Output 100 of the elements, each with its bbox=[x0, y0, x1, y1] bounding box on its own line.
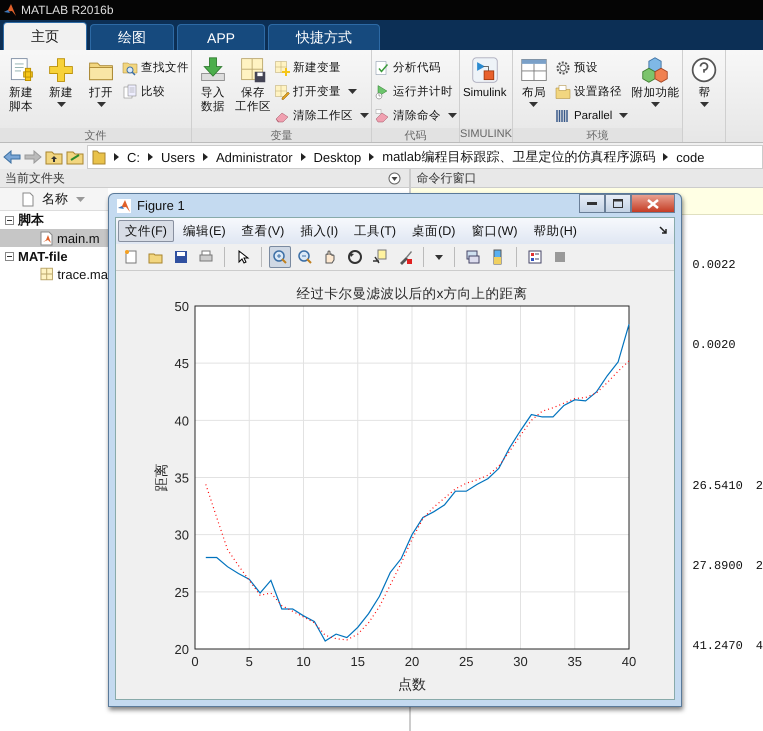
close-button[interactable] bbox=[631, 194, 675, 213]
path-segment[interactable]: C: bbox=[127, 150, 140, 164]
plus-icon bbox=[47, 56, 75, 84]
ribbon-button[interactable]: 清除工作区 bbox=[274, 106, 369, 125]
path-segment[interactable]: Users bbox=[161, 150, 195, 164]
minimize-button[interactable] bbox=[579, 194, 605, 213]
column-title: 名称 bbox=[42, 190, 68, 208]
window-title: MATLAB R2016b bbox=[21, 3, 114, 17]
ribbon-button[interactable]: 新建 脚本 bbox=[2, 54, 40, 128]
ribbon-tab[interactable]: 快捷方式 bbox=[268, 24, 380, 50]
help-icon bbox=[690, 56, 718, 84]
group-label: MAT-file bbox=[18, 248, 68, 264]
dock-arrow-icon[interactable] bbox=[659, 226, 668, 235]
ribbon-button[interactable]: 帮 bbox=[685, 54, 724, 128]
legend-icon bbox=[527, 249, 543, 265]
ribbon-button[interactable]: 比较 bbox=[122, 82, 189, 101]
x-axis-label: 点数 bbox=[398, 676, 426, 692]
y-tick-label: 40 bbox=[174, 413, 189, 428]
y-tick-label: 20 bbox=[174, 642, 189, 657]
chevron-right-icon bbox=[369, 153, 374, 161]
zoom-in-icon bbox=[272, 249, 288, 265]
ribbon-tab[interactable]: APP bbox=[177, 24, 265, 50]
ribbon-button[interactable]: 附加功能 bbox=[630, 54, 680, 128]
grid-file-icon bbox=[40, 267, 54, 281]
maximize-icon bbox=[613, 199, 623, 208]
document-check-icon bbox=[374, 60, 390, 76]
chevron-right-icon bbox=[663, 153, 668, 161]
file-row[interactable]: main.m bbox=[0, 229, 108, 247]
menu-item[interactable]: 帮助(H) bbox=[526, 220, 584, 242]
ribbon-button[interactable]: 运行并计时 bbox=[374, 82, 457, 101]
ribbon-button[interactable]: 预设 bbox=[554, 58, 628, 77]
folder-icon bbox=[92, 149, 106, 165]
ribbon-button[interactable]: 布局 bbox=[514, 54, 553, 128]
grid-plus-icon bbox=[274, 60, 290, 76]
column-header[interactable]: 名称 bbox=[0, 188, 108, 211]
path-segment[interactable]: Desktop bbox=[314, 150, 362, 164]
ribbon-button[interactable]: 打开 bbox=[82, 54, 120, 128]
back-arrow-icon[interactable] bbox=[3, 150, 21, 164]
ribbon-button[interactable]: 新建 bbox=[42, 54, 80, 128]
menu-item[interactable]: 编辑(E) bbox=[176, 220, 233, 242]
file-row[interactable]: trace.ma bbox=[0, 265, 108, 283]
sort-caret-icon bbox=[76, 196, 85, 202]
group-label: 环境 bbox=[512, 128, 682, 142]
path-segment[interactable]: Administrator bbox=[216, 150, 293, 164]
folder-up-icon[interactable] bbox=[45, 149, 63, 165]
app-logo-icon bbox=[117, 198, 131, 212]
dropdown-circle-icon[interactable] bbox=[388, 172, 402, 184]
ribbon-button[interactable]: 保存 工作区 bbox=[234, 54, 272, 128]
maximize-button[interactable] bbox=[605, 194, 631, 213]
group-label: 文件 bbox=[0, 128, 191, 142]
ribbon-button[interactable]: Simulink bbox=[462, 54, 508, 128]
block-diagram-icon bbox=[470, 56, 499, 84]
ribbon-button[interactable]: 查找文件 bbox=[122, 58, 189, 77]
path-segment[interactable]: code bbox=[676, 150, 704, 164]
menu-item[interactable]: 桌面(D) bbox=[405, 220, 462, 242]
linked-windows-icon bbox=[465, 249, 481, 265]
x-tick-label: 30 bbox=[513, 654, 528, 669]
output-value: 2 bbox=[756, 559, 763, 575]
menu-item[interactable]: 查看(V) bbox=[234, 220, 292, 242]
group-label: SIMULINK bbox=[460, 128, 512, 142]
layout-icon bbox=[520, 56, 548, 84]
documents-icon bbox=[122, 84, 138, 100]
output-value: 41.2470 bbox=[692, 639, 743, 655]
ribbon-tab[interactable]: 绘图 bbox=[90, 24, 174, 50]
menu-item[interactable]: 工具(T) bbox=[347, 220, 404, 242]
ribbon-button[interactable]: 分析代码 bbox=[374, 58, 457, 77]
menu-item[interactable]: 插入(I) bbox=[293, 220, 346, 242]
menu-item[interactable]: 文件(F) bbox=[118, 220, 174, 242]
rotate-icon bbox=[347, 249, 363, 265]
close-icon bbox=[647, 198, 659, 208]
group-label: 脚本 bbox=[18, 211, 44, 229]
ribbon-button[interactable]: Parallel bbox=[554, 106, 628, 125]
play-clock-icon bbox=[374, 84, 390, 100]
ribbon-tab[interactable]: 主页 bbox=[3, 22, 87, 50]
file-icon bbox=[22, 192, 34, 206]
output-value: 2 bbox=[756, 479, 763, 495]
ribbon-button[interactable]: 导入 数据 bbox=[194, 54, 232, 128]
path-segment[interactable]: matlab编程目标跟踪、卫星定位的仿真程序源码 bbox=[382, 148, 656, 166]
gear-icon bbox=[554, 60, 571, 76]
chart-title: 经过卡尔曼滤波以后的x方向上的距离 bbox=[296, 286, 528, 301]
chevron-right-icon bbox=[114, 153, 119, 161]
square-icon bbox=[552, 249, 568, 265]
y-tick-label: 35 bbox=[174, 470, 189, 486]
x-tick-label: 0 bbox=[191, 654, 199, 669]
collapse-icon[interactable] bbox=[5, 216, 14, 224]
grid-save-icon bbox=[239, 56, 267, 84]
y-tick-label: 30 bbox=[174, 528, 189, 543]
ribbon-button[interactable]: 新建变量 bbox=[274, 58, 369, 77]
x-tick-label: 20 bbox=[404, 654, 420, 669]
ribbon-button[interactable]: 打开变量 bbox=[274, 82, 369, 101]
chevron-right-icon bbox=[202, 153, 208, 161]
collapse-icon[interactable] bbox=[5, 252, 14, 260]
x-tick-label: 5 bbox=[246, 654, 253, 669]
ribbon-button[interactable]: 清除命令 bbox=[374, 106, 457, 125]
x-tick-label: 40 bbox=[622, 654, 636, 669]
browse-folder-icon[interactable] bbox=[66, 149, 84, 165]
ribbon-button[interactable]: 设置路径 bbox=[554, 82, 628, 101]
menu-item[interactable]: 窗口(W) bbox=[464, 220, 525, 242]
address-field[interactable]: C: Users Administrator Desktop matlab编程目标跟踪、卫星定位的仿真程序源码 code bbox=[87, 145, 763, 169]
folder-search-icon bbox=[122, 60, 138, 76]
